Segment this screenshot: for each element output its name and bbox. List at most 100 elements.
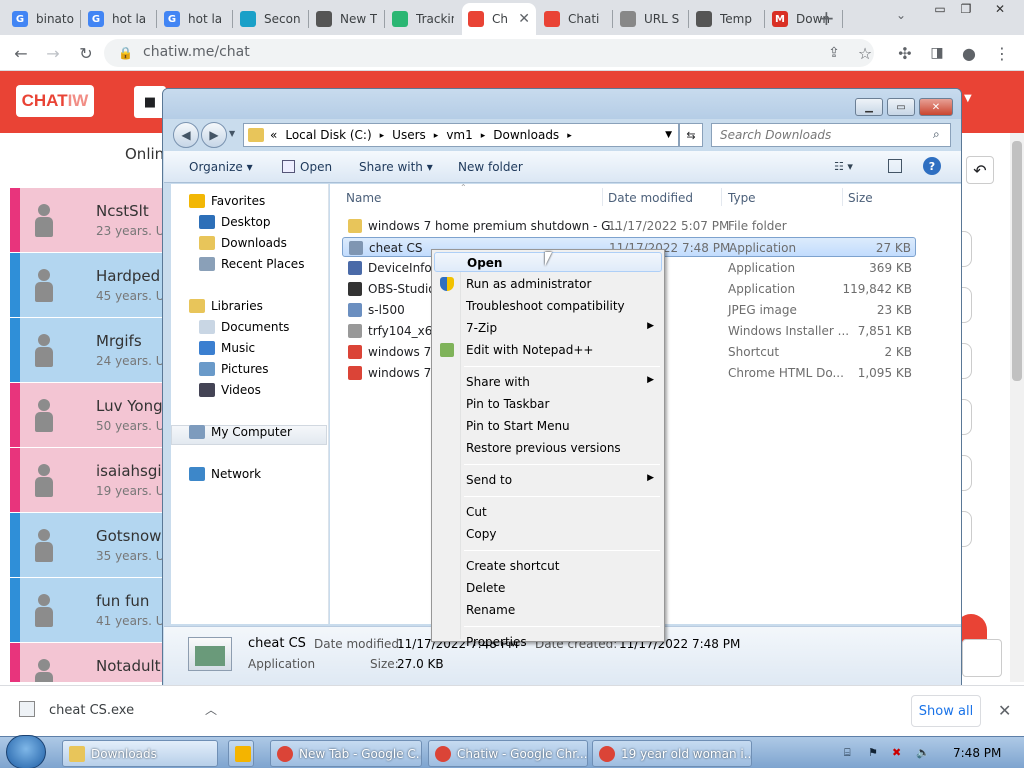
start-button[interactable] (6, 735, 46, 768)
browser-tab[interactable]: Ghot la (82, 3, 156, 35)
menu-item-edit-with-notepad-[interactable]: Edit with Notepad++ (434, 340, 662, 360)
chevron-up-icon[interactable]: ︿ (205, 701, 217, 718)
explorer-titlebar[interactable] (163, 89, 961, 119)
share-with-button[interactable]: Share with ▾ (359, 160, 433, 174)
nav-item-desktop[interactable]: Desktop (199, 215, 271, 229)
column-header-size[interactable]: Size (848, 191, 873, 205)
menu-item-properties[interactable]: Properties (434, 632, 662, 652)
menu-item-copy[interactable]: Copy (434, 524, 662, 544)
menu-item-delete[interactable]: Delete (434, 578, 662, 598)
close-download-bar-icon[interactable]: ✕ (998, 701, 1011, 720)
recent-pages-icon[interactable]: ▼ (229, 129, 235, 138)
browser-tab[interactable]: New T (310, 3, 384, 35)
window-close-button[interactable]: ✕ (982, 0, 1018, 18)
back-icon[interactable]: ← (9, 41, 33, 65)
nav-item-network[interactable]: Network (189, 467, 261, 481)
send-box[interactable] (962, 639, 1002, 677)
breadcrumb-item[interactable]: vm1 (446, 128, 472, 142)
menu-item-create-shortcut[interactable]: Create shortcut (434, 556, 662, 576)
breadcrumb-arrow-icon[interactable]: ▸ (567, 131, 572, 142)
browser-tab[interactable]: Ch ✕ (462, 3, 536, 35)
profile-icon[interactable]: ● (957, 41, 981, 65)
menu-item-pin-to-taskbar[interactable]: Pin to Taskbar (434, 394, 662, 414)
browser-tab[interactable]: Trackin (386, 3, 460, 35)
user-list-item[interactable]: Luv Yonge 50 years. US (10, 383, 164, 447)
network-tray-icon[interactable]: ⌸ (844, 746, 858, 760)
user-list-item[interactable]: Gotsnow 35 years. US (10, 513, 164, 577)
nav-item-downloads-folder[interactable]: Downloads (199, 236, 287, 250)
reload-icon[interactable]: ↻ (74, 41, 98, 65)
refresh-icon[interactable]: ⇆ (679, 123, 703, 147)
taskbar-item[interactable]: Chatiw - Google Chr... (428, 740, 588, 767)
nav-item-videos[interactable]: Videos (199, 383, 261, 397)
help-icon[interactable]: ? (923, 157, 941, 175)
download-file-name[interactable]: cheat CS.exe (49, 703, 134, 718)
user-list-item[interactable]: Hardped 45 years. US (10, 253, 164, 317)
browser-tab[interactable]: Gbinato (6, 3, 80, 35)
chrome-menu-icon[interactable]: ⋮ (990, 41, 1014, 65)
browser-tab[interactable]: Chati (538, 3, 612, 35)
menu-item-share-with[interactable]: Share with ▶ (434, 372, 662, 392)
extensions-icon[interactable]: ✣ (893, 41, 917, 65)
share-icon[interactable]: ⇪ (822, 41, 846, 65)
user-list-item[interactable]: NcstSlt 23 years. US (10, 188, 164, 252)
menu-item-7-zip[interactable]: 7-Zip ▶ (434, 318, 662, 338)
breadcrumb[interactable]: « Local Disk (C:) ▸ Users ▸ vm1 ▸ Downloads ▸ (270, 128, 580, 142)
column-header-date-modified[interactable]: Date modified (608, 191, 693, 205)
user-list-item[interactable]: isaiahsgir 19 years. US (10, 448, 164, 512)
explorer-forward-icon[interactable]: ▶ (201, 122, 227, 148)
nav-item-pictures[interactable]: Pictures (199, 362, 269, 376)
window-minimize-button[interactable]: ▭ (926, 0, 954, 18)
explorer-back-icon[interactable]: ◀ (173, 122, 199, 148)
explorer-maximize-button[interactable]: ▭ (887, 98, 915, 116)
volume-icon[interactable]: 🔈 (916, 746, 930, 760)
menu-item-run-as-administrator[interactable]: Run as administrator (434, 274, 662, 294)
column-separator[interactable] (721, 188, 722, 206)
organize-button[interactable]: Organize ▾ (189, 160, 253, 174)
url-text[interactable]: chatiw.me/chat (143, 44, 250, 60)
breadcrumb-arrow-icon[interactable]: « (270, 128, 277, 142)
menu-item-pin-to-start-menu[interactable]: Pin to Start Menu (434, 416, 662, 436)
breadcrumb-item[interactable]: Local Disk (C:) (285, 128, 371, 142)
dropdown-caret-icon[interactable]: ▼ (964, 93, 972, 104)
browser-tab[interactable]: URL S (614, 3, 688, 35)
open-button[interactable]: Open (300, 160, 332, 174)
nav-item-music[interactable]: Music (199, 341, 255, 355)
taskbar-item[interactable]: 19 year old woman i... (592, 740, 752, 767)
taskbar-item[interactable]: New Tab - Google C... (270, 740, 422, 767)
tab-search-icon[interactable]: ⌄ (896, 8, 906, 22)
search-input[interactable]: Search Downloads (711, 123, 951, 147)
nav-item-documents[interactable]: Documents (199, 320, 289, 334)
action-center-icon[interactable]: ⚑ (868, 746, 882, 760)
chatiw-logo[interactable]: CHAT IW (16, 85, 94, 117)
address-bar[interactable]: « Local Disk (C:) ▸ Users ▸ vm1 ▸ Downloads ▸ ▼ (243, 123, 679, 147)
column-separator[interactable] (602, 188, 603, 206)
new-tab-icon[interactable]: + (818, 6, 836, 30)
menu-item-send-to[interactable]: Send to ▶ (434, 470, 662, 490)
column-header-type[interactable]: Type (728, 191, 756, 205)
forward-icon[interactable]: → (41, 41, 65, 65)
taskbar-item[interactable]: Downloads (62, 740, 218, 767)
user-list-item[interactable]: Mrgifs 24 years. US (10, 318, 164, 382)
user-list-item[interactable]: fun fun 41 years. US (10, 578, 164, 642)
menu-item-cut[interactable]: Cut (434, 502, 662, 522)
tab-close-icon[interactable]: ✕ (518, 11, 530, 27)
nav-item-library[interactable]: Libraries (189, 299, 263, 313)
nav-item-star[interactable]: Favorites (189, 194, 265, 208)
nav-item-computer[interactable]: My Computer (189, 425, 292, 439)
no-network-icon[interactable]: ✖ (892, 746, 906, 760)
file-row[interactable]: windows 7 home premium shutdown - G... 11… (342, 216, 916, 236)
explorer-close-button[interactable]: ✕ (919, 98, 953, 116)
menu-item-restore-previous-versions[interactable]: Restore previous versions (434, 438, 662, 458)
taskbar-clock[interactable]: 7:48 PM (953, 746, 1001, 760)
taskbar-item[interactable] (228, 740, 254, 767)
explorer-minimize-button[interactable]: ▁ (855, 98, 883, 116)
side-panel-icon[interactable]: ◨ (925, 41, 949, 65)
address-dropdown-icon[interactable]: ▼ (665, 130, 672, 140)
lock-icon[interactable]: 🔒 (118, 46, 133, 60)
back-arrow-button[interactable]: ↶ (966, 156, 994, 184)
bookmark-star-icon[interactable]: ☆ (853, 41, 877, 65)
breadcrumb-arrow-icon[interactable]: ▸ (481, 131, 486, 142)
search-icon[interactable]: ⌕ (933, 127, 940, 142)
browser-tab[interactable]: Temp (690, 3, 764, 35)
